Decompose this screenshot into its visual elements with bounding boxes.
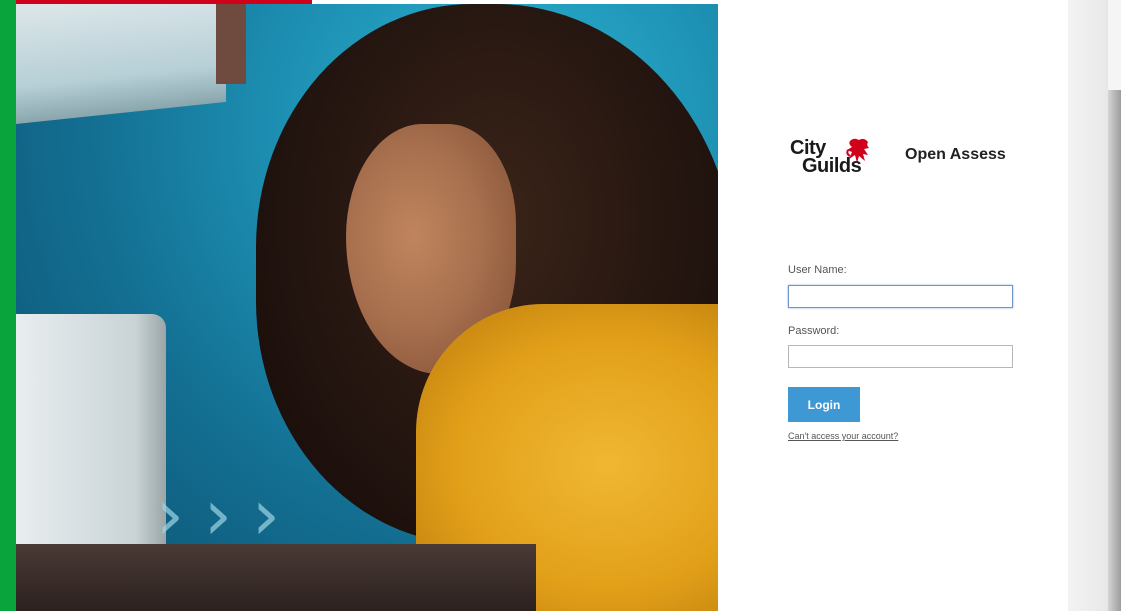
password-label: Password:	[788, 325, 840, 337]
username-input[interactable]	[788, 285, 1013, 308]
left-accent-bar	[0, 0, 16, 611]
city-and-guilds-logo: City Guilds	[790, 137, 876, 187]
hero-photo: ›››	[16, 4, 718, 611]
lion-icon	[846, 138, 869, 163]
cant-access-account-link[interactable]: Can't access your account?	[788, 431, 898, 441]
brand-name: Open Assess	[905, 146, 1006, 163]
right-gutter	[1068, 0, 1121, 611]
login-button[interactable]: Login	[788, 387, 860, 422]
password-input[interactable]	[788, 345, 1013, 368]
hero-desk	[16, 544, 536, 611]
gutter-shade	[1108, 90, 1121, 611]
hero-laptop	[16, 314, 166, 574]
username-label: User Name:	[788, 264, 847, 276]
hero-lamp	[16, 4, 226, 124]
hero-lamp-edge	[216, 4, 246, 84]
hero-chevrons-decoration: ›››	[156, 474, 300, 556]
